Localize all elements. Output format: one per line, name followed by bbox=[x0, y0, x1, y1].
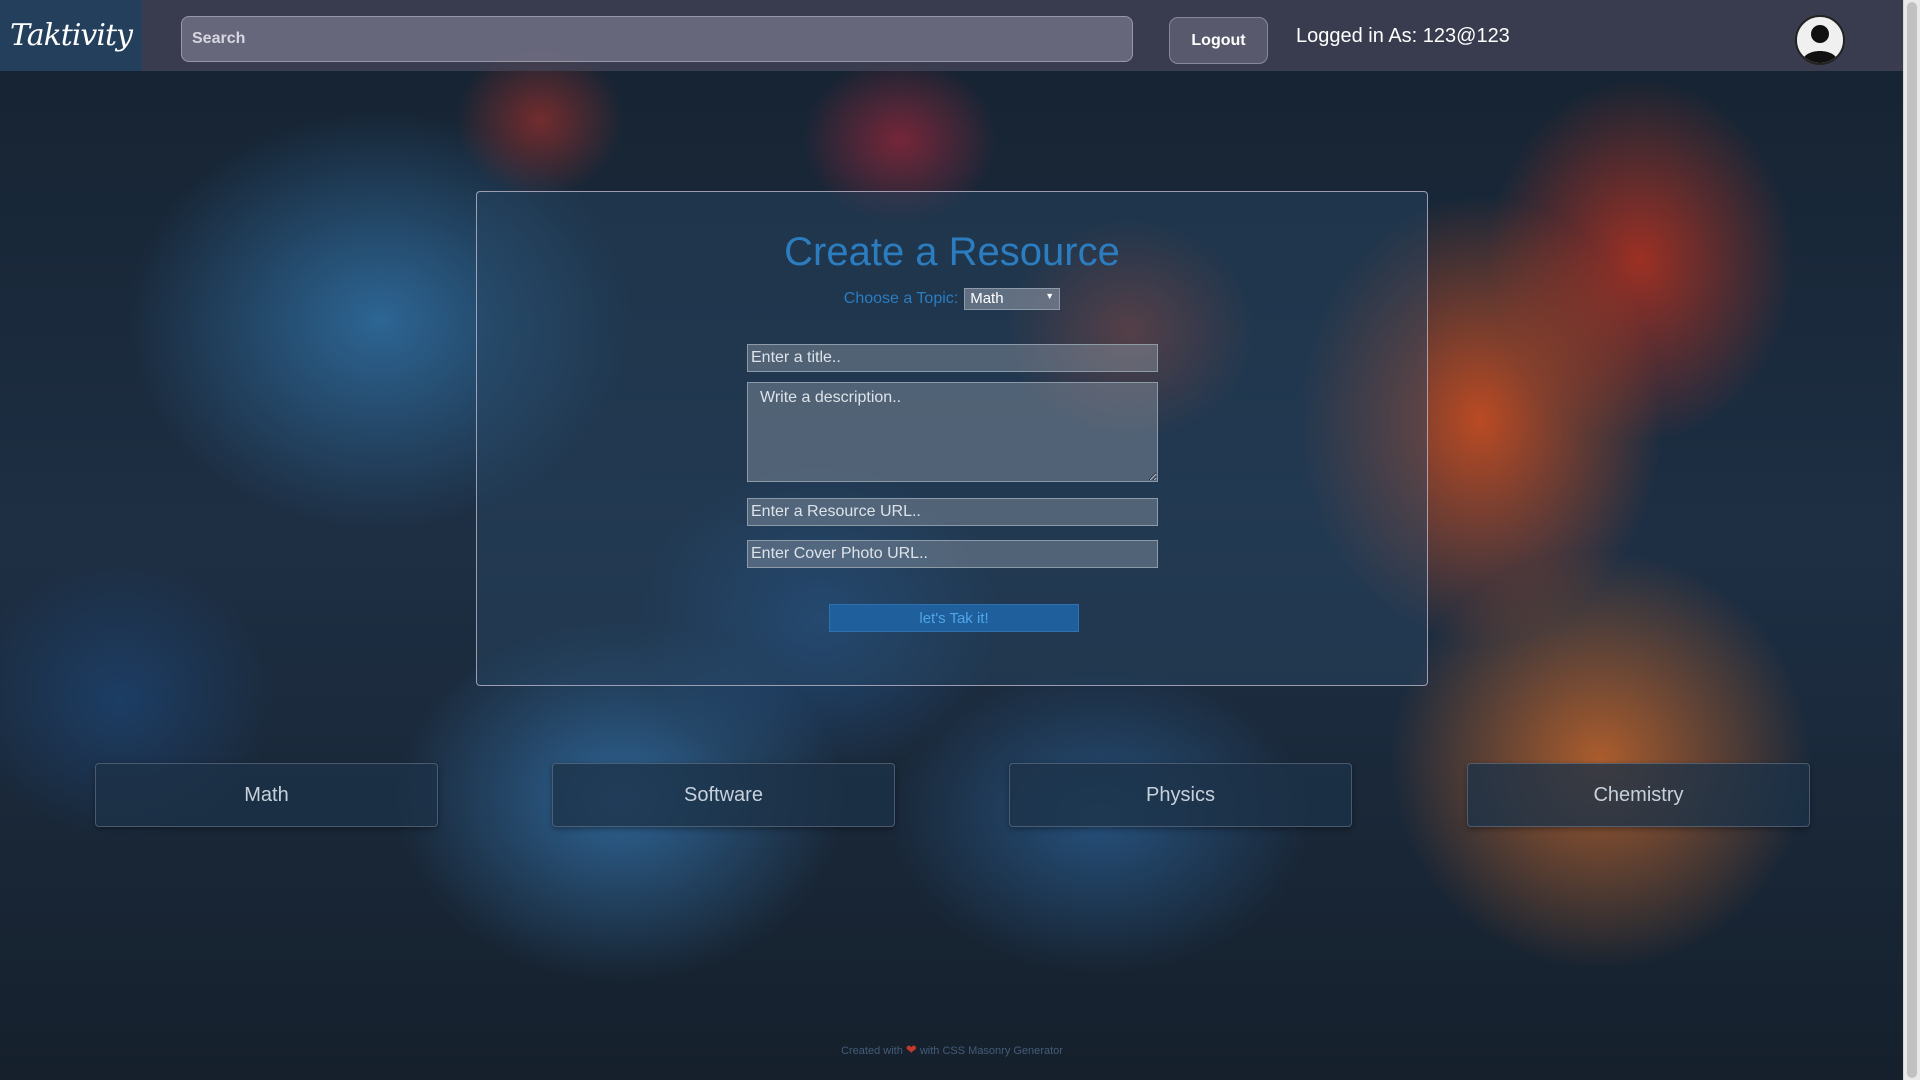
footer-suffix[interactable]: with CSS Masonry Generator bbox=[920, 1045, 1063, 1057]
footer-credit: Created with ❤ with CSS Masonry Generato… bbox=[0, 1042, 1904, 1058]
heart-icon: ❤ bbox=[905, 1042, 917, 1057]
topic-card-math[interactable]: Math bbox=[95, 763, 438, 827]
cover-photo-url-input[interactable] bbox=[747, 540, 1158, 568]
scrollbar-thumb[interactable] bbox=[1907, 2, 1917, 1078]
title-input[interactable] bbox=[747, 344, 1158, 372]
taktivity-logo[interactable]: Taktivity bbox=[0, 0, 142, 71]
top-navigation-bar: Taktivity Logout Logged in As: 123@123 bbox=[0, 0, 1904, 71]
footer-prefix: Created with bbox=[841, 1045, 903, 1057]
vertical-scrollbar[interactable] bbox=[1903, 0, 1920, 1080]
topic-label: Choose a Topic: bbox=[843, 290, 959, 307]
topic-select[interactable]: Math ▼ bbox=[964, 288, 1061, 310]
topic-chooser: Choose a Topic: Math ▼ bbox=[477, 288, 1427, 310]
submit-button[interactable]: let's Tak it! bbox=[829, 604, 1079, 632]
page-title: Create a Resource bbox=[784, 230, 1120, 274]
description-textarea[interactable] bbox=[747, 382, 1158, 482]
topic-selected-value: Math bbox=[970, 290, 1004, 307]
resource-url-input[interactable] bbox=[747, 498, 1158, 526]
create-resource-panel: Create a Resource Choose a Topic: Math ▼… bbox=[476, 191, 1428, 686]
topic-card-label: Math bbox=[244, 783, 289, 806]
topic-card-software[interactable]: Software bbox=[552, 763, 895, 827]
topic-card-label: Chemistry bbox=[1593, 783, 1684, 806]
topic-card-physics[interactable]: Physics bbox=[1009, 763, 1352, 827]
logout-button[interactable]: Logout bbox=[1169, 17, 1268, 64]
topic-card-chemistry[interactable]: Chemistry bbox=[1467, 763, 1810, 827]
search-input[interactable] bbox=[181, 16, 1133, 62]
topic-card-label: Software bbox=[684, 783, 763, 806]
user-avatar-icon[interactable] bbox=[1795, 15, 1845, 65]
topic-card-label: Physics bbox=[1146, 783, 1215, 806]
dropdown-arrow-icon: ▼ bbox=[1045, 291, 1055, 301]
logged-in-status: Logged in As: 123@123 bbox=[1296, 25, 1510, 47]
